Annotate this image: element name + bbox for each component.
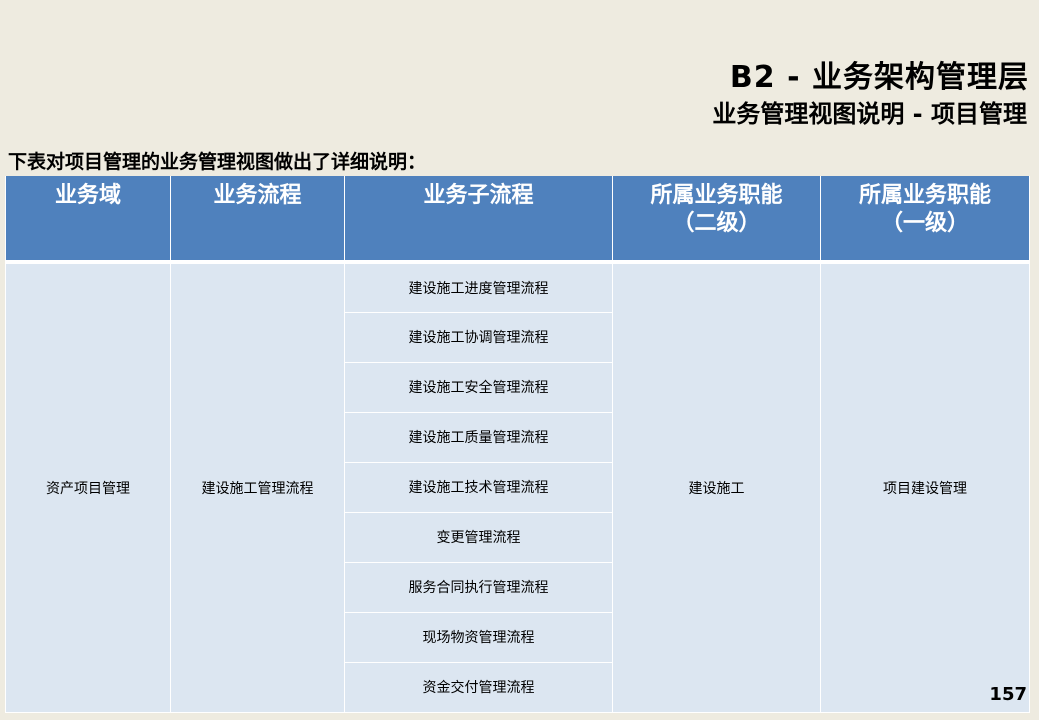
page-subtitle: 业务管理视图说明 - 项目管理 bbox=[712, 100, 1027, 128]
header-function-level1: 所属业务职能 （一级） bbox=[820, 176, 1030, 264]
header-business-domain: 业务域 bbox=[5, 176, 171, 264]
page-number: 157 bbox=[989, 684, 1027, 705]
cell-subprocess: 现场物资管理流程 bbox=[344, 611, 613, 663]
business-view-table: 业务域 业务流程 业务子流程 所属业务职能 （二级） 所属业务职能 （一级） 资 bbox=[5, 176, 1030, 713]
header-label: 业务子流程 bbox=[423, 183, 534, 208]
header-label: 业务域 bbox=[54, 183, 121, 208]
header-label: 所属业务职能 bbox=[858, 183, 991, 208]
cell-subprocess: 服务合同执行管理流程 bbox=[344, 561, 613, 613]
cell-subprocess: 变更管理流程 bbox=[344, 511, 613, 563]
cell-function-level1: 项目建设管理 bbox=[820, 261, 1030, 713]
header-label-sub: （二级） bbox=[672, 211, 761, 236]
header-business-process: 业务流程 bbox=[170, 176, 345, 264]
header-label-sub: （一级） bbox=[880, 211, 969, 236]
table-header-row: 业务域 业务流程 业务子流程 所属业务职能 （二级） 所属业务职能 （一级） bbox=[5, 176, 1030, 264]
cell-subprocess: 建设施工质量管理流程 bbox=[344, 411, 613, 463]
cell-subprocess: 建设施工进度管理流程 bbox=[344, 261, 613, 313]
header-business-subprocess: 业务子流程 bbox=[344, 176, 613, 264]
intro-text: 下表对项目管理的业务管理视图做出了详细说明： bbox=[8, 151, 427, 173]
header-label: 所属业务职能 bbox=[650, 183, 783, 208]
header-function-level2: 所属业务职能 （二级） bbox=[612, 176, 821, 264]
page-title: B2 - 业务架构管理层 bbox=[729, 60, 1029, 95]
cell-subprocess: 建设施工协调管理流程 bbox=[344, 311, 613, 363]
cell-subprocess: 建设施工技术管理流程 bbox=[344, 461, 613, 513]
header-label: 业务流程 bbox=[213, 183, 302, 208]
cell-function-level2: 建设施工 bbox=[612, 261, 821, 713]
cell-subprocess: 建设施工安全管理流程 bbox=[344, 361, 613, 413]
cell-business-domain: 资产项目管理 bbox=[5, 261, 171, 713]
cell-subprocess: 资金交付管理流程 bbox=[344, 661, 613, 713]
table-row: 资产项目管理 建设施工管理流程 建设施工进度管理流程 建设施工 项目建设管理 bbox=[5, 261, 1030, 713]
cell-business-process: 建设施工管理流程 bbox=[170, 261, 345, 713]
